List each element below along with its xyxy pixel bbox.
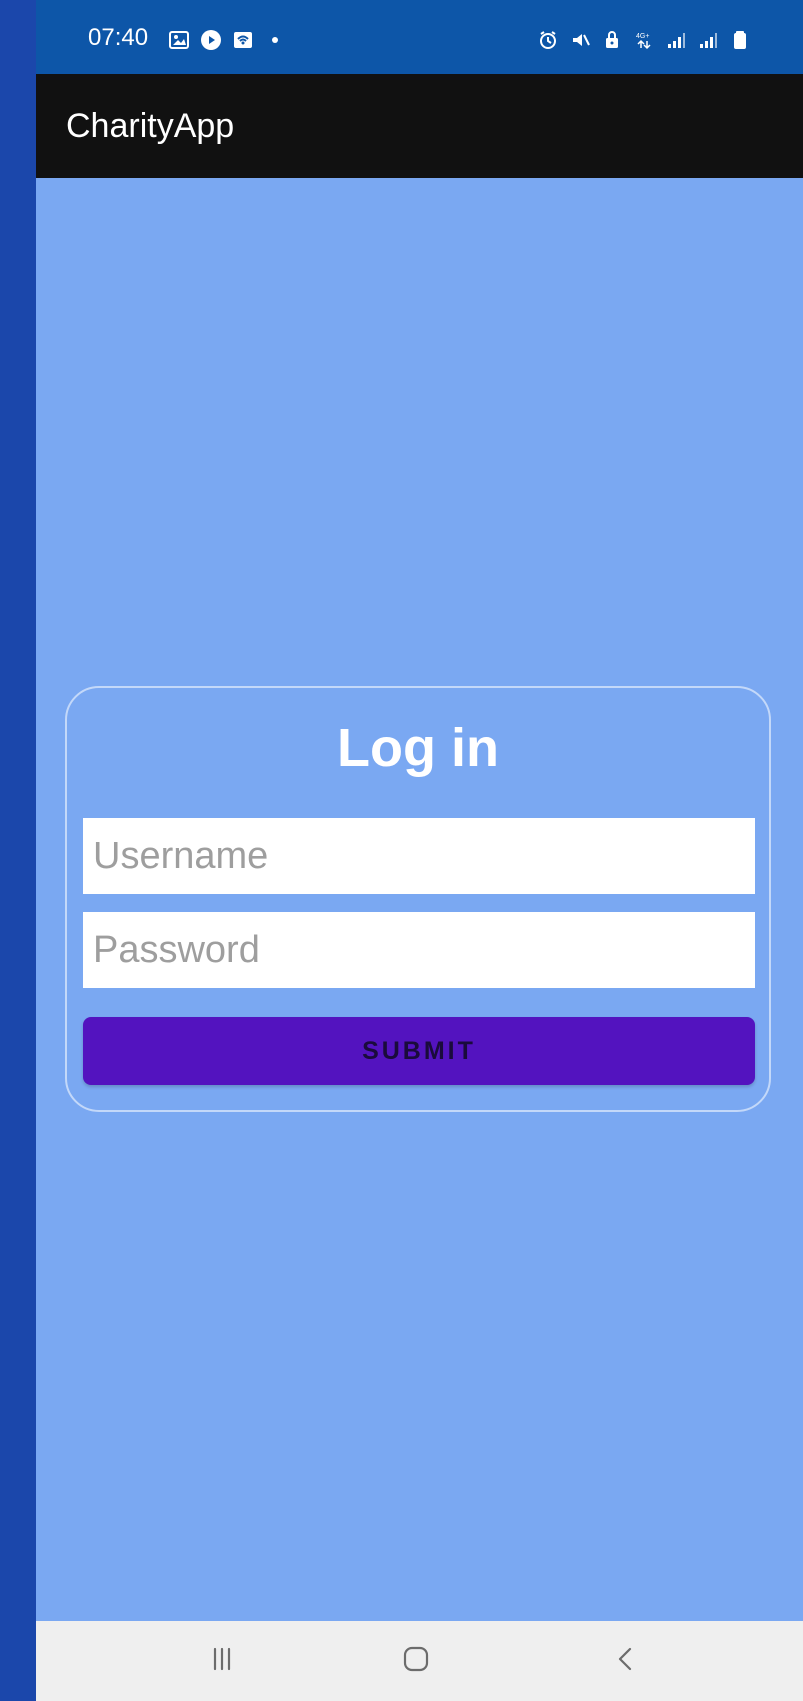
wifi-calling-icon	[232, 29, 254, 51]
login-title: Log in	[337, 718, 499, 778]
recents-button[interactable]	[162, 1621, 282, 1701]
navigation-bar	[36, 1621, 803, 1701]
submit-button[interactable]: SUBMIT	[83, 1017, 755, 1085]
username-input[interactable]	[83, 818, 755, 894]
phone-screen: 07:40 4G+ CharityApp Log in Username SUB…	[36, 0, 803, 1701]
lock-icon	[601, 29, 623, 51]
status-bar: 07:40 4G+	[36, 0, 803, 74]
back-button[interactable]	[566, 1621, 686, 1701]
home-button[interactable]	[356, 1621, 476, 1701]
alarm-icon	[537, 29, 559, 51]
play-icon	[200, 29, 222, 51]
password-input[interactable]	[83, 912, 755, 988]
home-icon	[396, 1639, 436, 1684]
status-right-icons: 4G+	[537, 29, 751, 51]
mute-icon	[569, 29, 591, 51]
back-icon	[606, 1639, 646, 1684]
signal-icon	[665, 29, 687, 51]
signal-icon-2	[697, 29, 719, 51]
battery-icon	[729, 29, 751, 51]
app-title: CharityApp	[66, 107, 235, 145]
image-icon	[168, 29, 190, 51]
status-time: 07:40	[88, 24, 149, 51]
app-bar: CharityApp	[36, 74, 803, 178]
svg-text:4G+: 4G+	[636, 33, 649, 40]
dot-icon	[264, 29, 286, 51]
status-left-icons	[168, 29, 286, 51]
network-4g-icon: 4G+	[633, 29, 655, 51]
login-card: Log in SUBMIT	[65, 686, 771, 1112]
recents-icon	[202, 1639, 242, 1684]
